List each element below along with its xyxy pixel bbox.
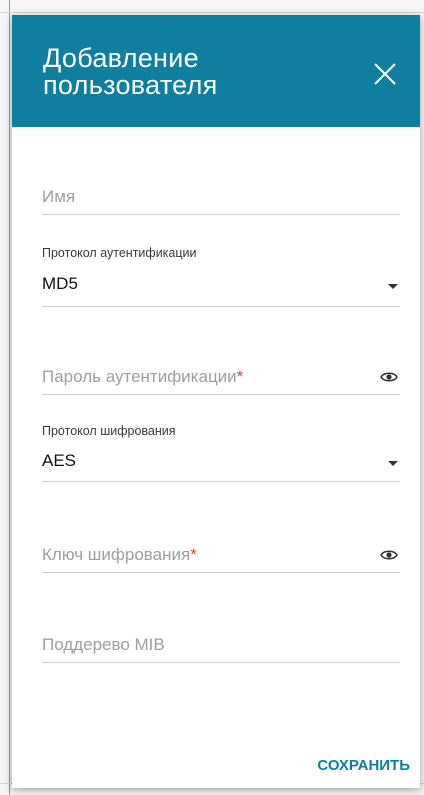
priv-key-placeholder: Ключ шифрования* — [42, 545, 197, 564]
backdrop-divider — [9, 0, 10, 795]
chevron-down-icon — [388, 461, 398, 466]
priv-key-field[interactable]: Ключ шифрования* — [42, 533, 400, 573]
auth-protocol-value: MD5 — [42, 274, 78, 293]
backdrop-divider — [0, 12, 424, 13]
field-underline — [42, 572, 400, 573]
eye-icon[interactable] — [380, 549, 398, 561]
field-underline — [42, 214, 400, 215]
name-field[interactable]: Имя — [42, 175, 400, 215]
dialog-header: Добавление пользователя — [12, 15, 420, 127]
close-button[interactable] — [370, 59, 400, 89]
auth-password-field[interactable]: Пароль аутентификации* — [42, 355, 400, 395]
priv-protocol-label: Протокол шифрования — [42, 424, 176, 438]
add-user-dialog: Добавление пользователя Имя Протокол аут… — [12, 15, 420, 788]
close-icon — [374, 63, 396, 85]
dialog-title-line1: Добавление — [43, 43, 199, 73]
auth-protocol-select[interactable]: Протокол аутентификации MD5 — [42, 243, 400, 307]
auth-protocol-label: Протокол аутентификации — [42, 246, 197, 260]
eye-icon[interactable] — [380, 371, 398, 383]
field-underline — [42, 481, 400, 482]
mib-subtree-placeholder: Поддерево MIB — [42, 635, 165, 654]
name-placeholder: Имя — [42, 187, 76, 206]
field-underline — [42, 394, 400, 395]
dialog-title: Добавление пользователя — [43, 45, 343, 99]
auth-password-placeholder: Пароль аутентификации* — [42, 367, 244, 386]
save-button[interactable]: СОХРАНИТЬ — [306, 757, 410, 779]
mib-subtree-field[interactable]: Поддерево MIB — [42, 623, 400, 663]
priv-protocol-value: AES — [42, 451, 77, 470]
required-mark: * — [236, 367, 244, 386]
priv-protocol-select[interactable]: Протокол шифрования AES — [42, 421, 400, 482]
chevron-down-icon — [388, 284, 398, 289]
field-underline — [42, 662, 400, 663]
field-underline — [42, 306, 400, 307]
dialog-title-line2: пользователя — [43, 70, 218, 100]
required-mark: * — [190, 545, 197, 564]
